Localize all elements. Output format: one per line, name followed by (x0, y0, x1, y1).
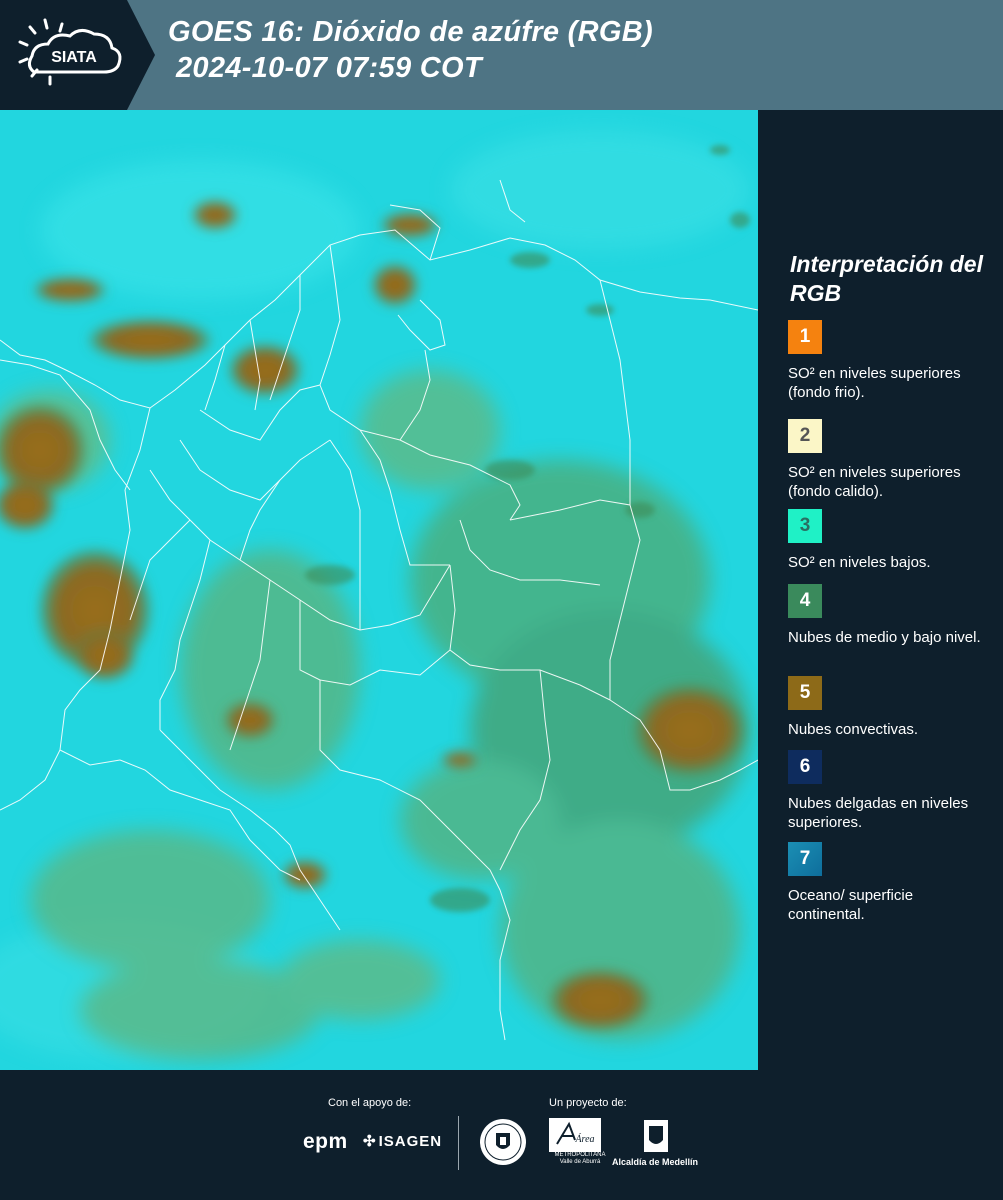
satellite-map[interactable] (0, 110, 758, 1070)
legend-item-3: 3 SO² en niveles bajos. (788, 509, 988, 572)
isagen-icon: ✣ (363, 1133, 377, 1150)
isagen-logo: ✣ ISAGEN (363, 1132, 442, 1150)
isagen-text: ISAGEN (378, 1133, 443, 1150)
legend-item-5: 5 Nubes convectivas. (788, 676, 988, 739)
legend-swatch-4: 4 (788, 584, 822, 618)
project-label: Un proyecto de: (549, 1097, 627, 1109)
legend-panel: Interpretación del RGB 1 SO² en niveles … (760, 110, 1003, 1070)
footer-divider (458, 1116, 459, 1170)
legend-label-7: Oceano/ superficie continental. (788, 887, 914, 923)
map-canvas (0, 110, 758, 1070)
footer: Con el apoyo de: Un proyecto de: epm ✣ IS… (0, 1070, 1003, 1200)
legend-swatch-5: 5 (788, 676, 822, 710)
epm-logo: epm (303, 1130, 348, 1153)
legend-swatch-7: 7 (788, 842, 822, 876)
legend-item-2: 2 SO² en niveles superiores (fondo calid… (788, 419, 988, 519)
area-metropolitana-logo: Área (549, 1118, 601, 1152)
legend-label-3: SO² en niveles bajos. (788, 554, 931, 571)
page-title: GOES 16: Dióxido de azúfre (RGB) 2024-10… (168, 14, 653, 86)
legend-swatch-6: 6 (788, 750, 822, 784)
siata-logo-text: SIATA (51, 49, 97, 66)
legend-item-7: 7 Oceano/ superficie continental. (788, 842, 988, 924)
legend-label-6: Nubes delgadas en niveles superiores. (788, 795, 969, 831)
alcaldia-shield-icon (644, 1120, 668, 1152)
siata-logo-mark: SIATA (0, 0, 155, 110)
medellin-seal-icon (480, 1119, 526, 1165)
area-logo-text: Área (574, 1133, 594, 1145)
legend-swatch-1: 1 (788, 320, 822, 354)
legend-label-5: Nubes convectivas. (788, 721, 919, 738)
legend-item-4: 4 Nubes de medio y bajo nivel. (788, 584, 988, 647)
area-metropolitana-subtitle: METROPOLITANA Valle de Aburrá (554, 1152, 606, 1165)
legend-label-1: SO² en niveles superiores (fondo frio). (788, 365, 961, 401)
legend-item-6: 6 Nubes delgadas en niveles superiores. (788, 750, 988, 832)
legend-title: Interpretación del RGB (790, 251, 983, 306)
title-line-1: GOES 16: Dióxido de azúfre (RGB) (168, 16, 653, 48)
legend-item-1: 1 SO² en niveles superiores (fondo frio)… (788, 320, 988, 402)
legend-label-4: Nubes de medio y bajo nivel. (788, 629, 981, 646)
legend-swatch-2: 2 (788, 419, 822, 453)
title-line-2: 2024-10-07 07:59 COT (176, 52, 482, 84)
header-bar: SIATA GOES 16: Dióxido de azúfre (RGB) 2… (0, 0, 1003, 110)
support-label: Con el apoyo de: (328, 1097, 412, 1109)
alcaldia-text: Alcaldía de Medellín (612, 1157, 699, 1167)
legend-swatch-3: 3 (788, 509, 822, 543)
siata-logo: SIATA (0, 0, 155, 110)
